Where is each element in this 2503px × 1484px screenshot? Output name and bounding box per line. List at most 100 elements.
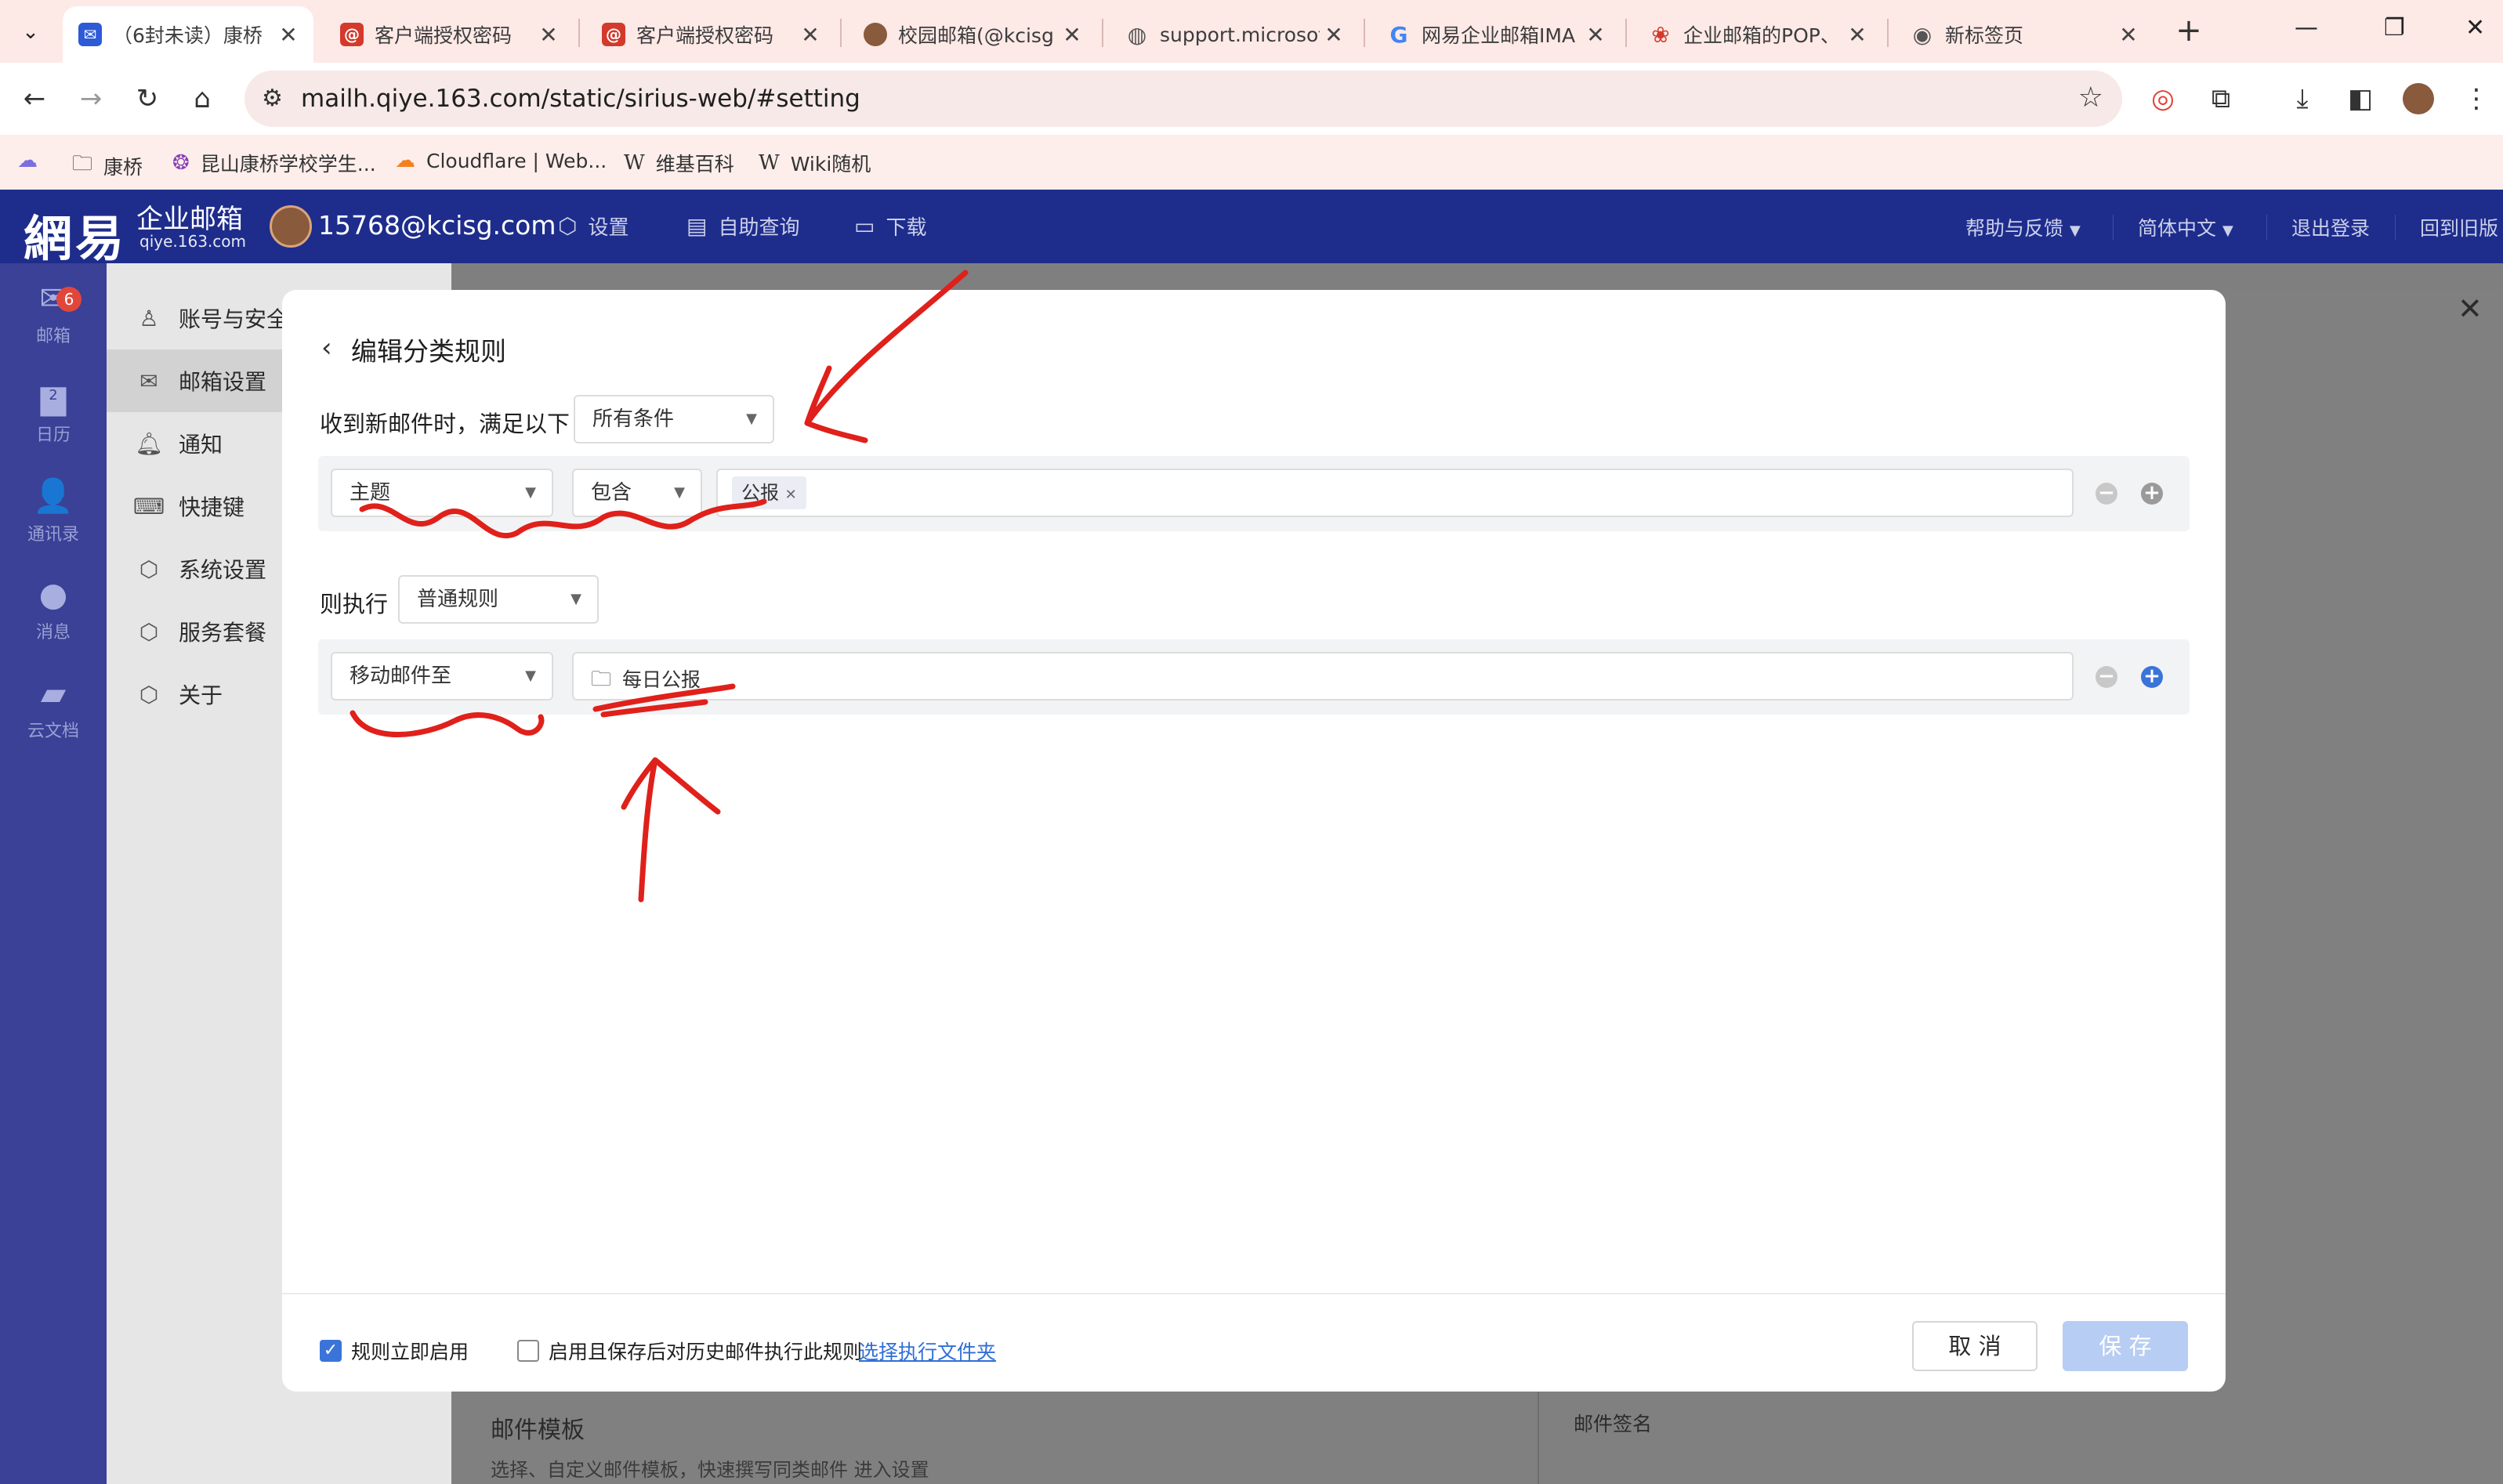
chrome-extension-icon[interactable]: ◎ bbox=[2144, 80, 2182, 118]
template-section-title: 邮件模板 bbox=[491, 1417, 585, 1444]
forward-button[interactable]: → bbox=[71, 78, 111, 119]
tab-6[interactable]: G 网易企业邮箱IMA ✕ bbox=[1371, 6, 1621, 63]
bookmark-cloudflare[interactable]: ☁ Cloudflare | Web... bbox=[395, 149, 607, 172]
close-icon[interactable]: ✕ bbox=[785, 487, 797, 503]
new-tab-button[interactable]: + bbox=[2169, 13, 2208, 49]
side-panel-icon[interactable]: ◧ bbox=[2342, 80, 2379, 118]
enable-now-label[interactable]: 规则立即启用 bbox=[351, 1337, 469, 1365]
star-icon[interactable]: ☆ bbox=[2078, 81, 2103, 114]
more-menu-icon[interactable]: ⋮ bbox=[2458, 80, 2495, 118]
site-info-icon[interactable]: ⚙ bbox=[262, 85, 283, 112]
tab-4[interactable]: 校园邮箱(@kcisg ✕ bbox=[848, 6, 1097, 63]
rail-contacts[interactable]: 👤 通讯录 bbox=[0, 476, 107, 545]
caret-down-icon: ▼ bbox=[525, 484, 536, 501]
minus-icon: − bbox=[2098, 481, 2115, 505]
close-icon[interactable]: ✕ bbox=[1058, 22, 1086, 48]
rail-calendar[interactable]: ▆ 2 日历 bbox=[0, 378, 107, 446]
rail-cloud-docs[interactable]: ▰ 云文档 bbox=[0, 674, 107, 742]
logout-link[interactable]: 退出登录 bbox=[2291, 213, 2370, 241]
keyword-tag[interactable]: 公报 ✕ bbox=[732, 476, 806, 509]
keyboard-icon: ⌨ bbox=[133, 493, 165, 519]
tab-1[interactable]: ✉ （6封未读）康桥 ✕ bbox=[63, 6, 313, 63]
tab-3[interactable]: @ 客户端授权密码 ✕ bbox=[586, 6, 835, 63]
close-icon[interactable]: ✕ bbox=[274, 22, 302, 48]
remove-action-button[interactable]: − bbox=[2095, 666, 2117, 688]
plus-icon: + bbox=[2143, 664, 2161, 688]
close-icon[interactable]: ✕ bbox=[534, 22, 563, 48]
close-icon[interactable]: ✕ bbox=[2458, 291, 2483, 326]
tab-5[interactable]: ◍ support.microsof ✕ bbox=[1110, 6, 1359, 63]
extensions-puzzle-icon[interactable]: ⧉ bbox=[2202, 80, 2240, 118]
bookmark-folder-kangqiao[interactable]: 🗀 康桥 bbox=[72, 149, 143, 183]
home-icon: ⌂ bbox=[194, 83, 211, 114]
enable-now-checkbox[interactable]: ✓ bbox=[320, 1340, 342, 1362]
condition-field-select[interactable]: 主题 ▼ bbox=[331, 469, 553, 517]
check-icon: ✓ bbox=[323, 1341, 339, 1360]
tab-divider bbox=[1887, 19, 1889, 47]
language-menu[interactable]: 简体中文 ▼ bbox=[2138, 213, 2233, 241]
cancel-button[interactable]: 取 消 bbox=[1912, 1321, 2038, 1371]
close-window-button[interactable]: ✕ bbox=[2465, 14, 2485, 42]
close-icon[interactable]: ✕ bbox=[796, 22, 824, 48]
url-text[interactable]: mailh.qiye.163.com/static/sirius-web/#se… bbox=[301, 85, 860, 113]
rail-messages[interactable]: ● 消息 bbox=[0, 575, 107, 643]
back-chevron-icon[interactable]: ‹ bbox=[321, 332, 332, 364]
tab-search-button[interactable]: ⌄ bbox=[11, 13, 50, 52]
school-icon: ❂ bbox=[172, 151, 190, 175]
close-icon[interactable]: ✕ bbox=[1843, 22, 1871, 48]
profile-avatar-icon[interactable] bbox=[2400, 80, 2437, 118]
mail-icon: ✉ bbox=[139, 367, 158, 394]
reload-button[interactable]: ↻ bbox=[127, 78, 168, 119]
tab-8[interactable]: ◉ 新标签页 ✕ bbox=[1895, 6, 2153, 63]
tab-divider bbox=[1102, 19, 1103, 47]
remove-condition-button[interactable]: − bbox=[2095, 483, 2117, 505]
contacts-icon: 👤 bbox=[32, 476, 74, 515]
account-email[interactable]: 15768@kcisg.com bbox=[318, 210, 556, 241]
caret-down-icon: ▼ bbox=[2069, 223, 2081, 239]
apply-history-checkbox[interactable] bbox=[517, 1340, 539, 1362]
close-icon[interactable]: ✕ bbox=[1581, 22, 1610, 48]
apply-history-label[interactable]: 启用且保存后对历史邮件执行此规则 bbox=[549, 1337, 862, 1365]
caret-down-icon: ▼ bbox=[746, 411, 757, 427]
minus-icon: − bbox=[2098, 664, 2115, 688]
download-icon[interactable]: ⤓ bbox=[2284, 80, 2321, 118]
divider bbox=[2266, 215, 2267, 240]
close-icon[interactable]: ✕ bbox=[1320, 22, 1348, 48]
browser-tab-bar: ⌄ ✉ （6封未读）康桥 ✕ @ 客户端授权密码 ✕ @ 客户端授权密码 ✕ 校… bbox=[0, 0, 2503, 63]
tab-2[interactable]: @ 客户端授权密码 ✕ bbox=[324, 6, 574, 63]
old-version-link[interactable]: 回到旧版 bbox=[2420, 213, 2498, 241]
user-icon: ♙ bbox=[139, 305, 159, 331]
nav-self-query[interactable]: ▤ 自助查询 bbox=[686, 212, 799, 241]
reload-icon: ↻ bbox=[136, 83, 159, 114]
back-button[interactable]: ← bbox=[14, 78, 55, 119]
action-mode-select[interactable]: 普通规则 ▼ bbox=[398, 575, 599, 624]
help-feedback-menu[interactable]: 帮助与反馈 ▼ bbox=[1965, 213, 2081, 241]
bookmark-school[interactable]: ❂ 昆山康桥学校学生... bbox=[172, 149, 376, 177]
action-type-select[interactable]: 移动邮件至 ▼ bbox=[331, 652, 553, 700]
condition-mode-select[interactable]: 所有条件 ▼ bbox=[574, 395, 774, 443]
rail-mail[interactable]: ✉ 邮箱 6 bbox=[0, 279, 107, 347]
tab-divider bbox=[1625, 19, 1627, 47]
bookmark-wiki-random[interactable]: W Wiki随机 bbox=[759, 149, 871, 177]
bookmark-cloud[interactable]: ☁ bbox=[17, 149, 49, 172]
condition-operator-select[interactable]: 包含 ▼ bbox=[572, 469, 702, 517]
nav-settings[interactable]: ⬡ 设置 bbox=[558, 212, 628, 241]
nav-download[interactable]: ▭ 下载 bbox=[854, 212, 926, 241]
close-icon[interactable]: ✕ bbox=[2114, 22, 2143, 48]
address-bar[interactable]: ⚙ mailh.qiye.163.com/static/sirius-web/#… bbox=[245, 71, 2122, 127]
tab-7[interactable]: ❀ 企业邮箱的POP、 ✕ bbox=[1633, 6, 1882, 63]
restore-button[interactable]: ❐ bbox=[2384, 14, 2405, 42]
bookmark-wikipedia[interactable]: W 维基百科 bbox=[624, 149, 734, 177]
choose-folder-link[interactable]: 选择执行文件夹 bbox=[859, 1337, 996, 1365]
app-header: 網易 企业邮箱 qiye.163.com 15768@kcisg.com ⬡ 设… bbox=[0, 190, 2503, 267]
minimize-button[interactable]: — bbox=[2295, 14, 2318, 42]
avatar[interactable] bbox=[270, 205, 312, 248]
document-search-icon: ▤ bbox=[686, 213, 708, 239]
home-button[interactable]: ⌂ bbox=[182, 78, 223, 119]
bell-icon: 🔔︎ bbox=[135, 430, 163, 457]
add-condition-button[interactable]: + bbox=[2141, 483, 2163, 505]
target-folder-input[interactable]: 🗀 每日公报 bbox=[572, 652, 2074, 700]
condition-value-input[interactable]: 公报 ✕ bbox=[716, 469, 2074, 517]
save-button[interactable]: 保 存 bbox=[2063, 1321, 2188, 1371]
add-action-button[interactable]: + bbox=[2141, 666, 2163, 688]
